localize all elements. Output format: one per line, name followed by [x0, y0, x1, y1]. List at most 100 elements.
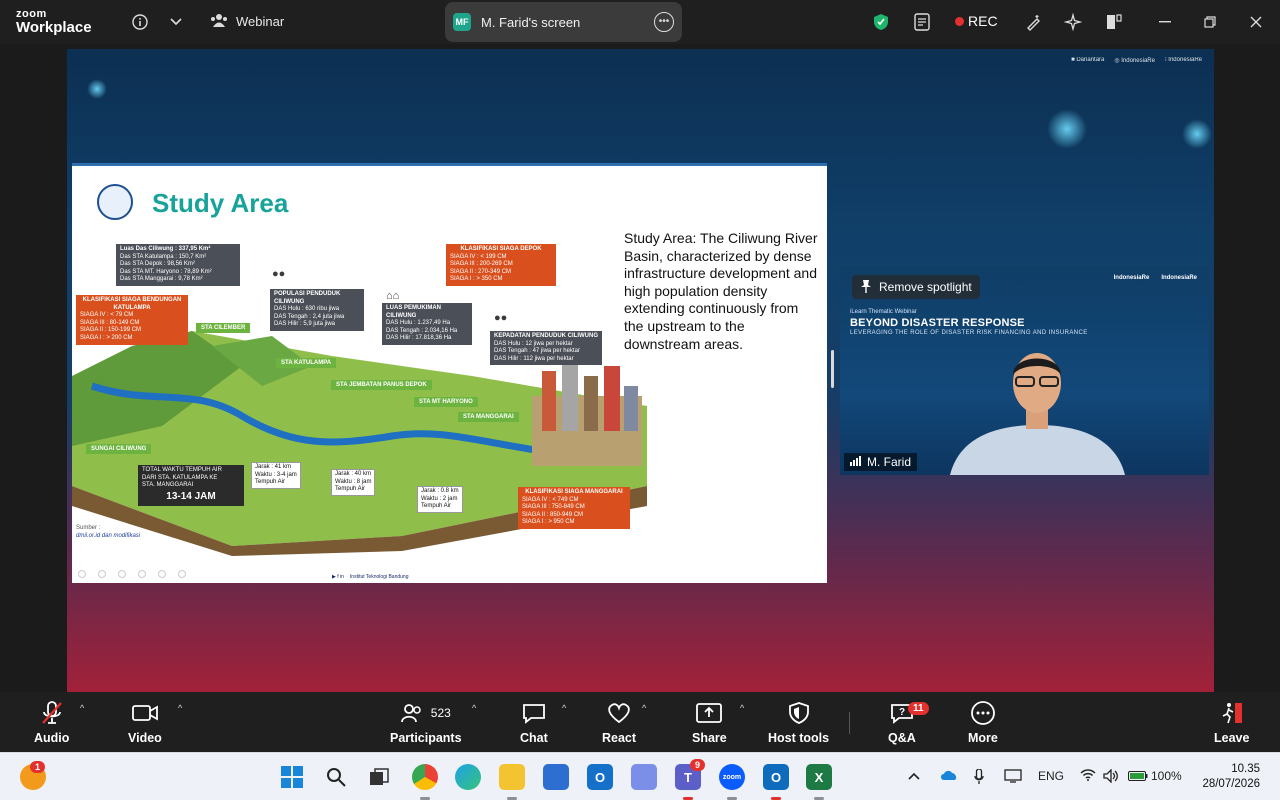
- box-line: DAS Hulu : 630 ribu jiwa: [274, 306, 340, 313]
- store-icon[interactable]: [543, 764, 569, 790]
- participants-caret-icon[interactable]: ^: [472, 703, 476, 713]
- remove-spotlight-label: Remove spotlight: [879, 280, 972, 294]
- video-label: Video: [128, 731, 162, 745]
- minimize-icon[interactable]: [1155, 12, 1175, 32]
- spotlight-video[interactable]: IndonesiaRe IndonesiaRe Remove spotlight…: [840, 267, 1209, 475]
- box-line: SIAGA I : > 200 CM: [80, 334, 133, 341]
- slide-tool-icon[interactable]: [138, 570, 146, 578]
- language-indicator[interactable]: ENG: [1038, 769, 1064, 783]
- onedrive-icon[interactable]: [940, 769, 958, 784]
- chat-caret-icon[interactable]: ^: [562, 703, 566, 713]
- audio-caret-icon[interactable]: ^: [80, 703, 84, 713]
- recording-indicator[interactable]: REC: [955, 13, 998, 29]
- ai-companion-icon[interactable]: [1063, 12, 1083, 32]
- box-line: DAS Hilir : 5,9 juta jiwa: [274, 321, 336, 328]
- volume-icon[interactable]: [1103, 768, 1119, 786]
- view-layout-icon[interactable]: [1104, 12, 1124, 32]
- close-icon[interactable]: [1246, 12, 1266, 32]
- leave-button[interactable]: Leave: [1214, 700, 1249, 745]
- tray-chevron-up-icon[interactable]: [908, 769, 920, 783]
- display-icon[interactable]: [1004, 769, 1022, 786]
- notes-icon[interactable]: [912, 12, 932, 32]
- restore-icon[interactable]: [1200, 12, 1220, 32]
- slide-footer: ▶ f in Institut Teknologi Bandung: [332, 574, 408, 580]
- luas-das-line: Luas Das Ciliwung : 337,95 Km²: [120, 246, 211, 252]
- jarak-line: Jarak : 0.8 km: [421, 488, 459, 494]
- qa-count-badge: 11: [908, 702, 929, 715]
- excel-icon[interactable]: X: [806, 764, 832, 790]
- snipping-tool-icon[interactable]: [631, 764, 657, 790]
- chat-button[interactable]: Chat: [520, 700, 548, 745]
- video-camera-icon: [132, 700, 158, 726]
- file-explorer-icon[interactable]: [499, 764, 525, 790]
- outlook-new-icon[interactable]: O: [587, 764, 613, 790]
- box-line: DAS Hilir : 112 jiwa per hektar: [494, 355, 574, 362]
- split-handle[interactable]: [831, 350, 834, 388]
- webinar-icon: [210, 13, 228, 30]
- meeting-controls: Audio ^ Video ^ 523 Participants ^ Chat …: [0, 692, 1280, 752]
- react-caret-icon[interactable]: ^: [642, 703, 646, 713]
- participants-button[interactable]: 523 Participants: [390, 700, 462, 745]
- box-line: SIAGA I : > 950 CM: [522, 519, 575, 526]
- chrome-icon[interactable]: [412, 764, 438, 790]
- leave-icon: [1220, 700, 1244, 726]
- box-line: SIAGA II : 270-349 CM: [450, 268, 512, 275]
- microphone-icon[interactable]: [974, 768, 984, 788]
- react-label: React: [602, 731, 637, 745]
- host-tools-button[interactable]: Host tools: [768, 700, 829, 745]
- tag-sta-manggarai: STA MANGGARAI: [458, 412, 519, 422]
- share-button[interactable]: Share: [692, 700, 727, 745]
- battery-indicator[interactable]: 100%: [1128, 769, 1182, 783]
- slide-tool-icon[interactable]: [118, 570, 126, 578]
- leave-label: Leave: [1214, 731, 1250, 745]
- task-view-icon[interactable]: [366, 764, 392, 790]
- box-line: SIAGA IV : < 199 CM: [450, 253, 507, 260]
- more-button[interactable]: More: [968, 700, 998, 745]
- jarak-line: Jarak : 40 km: [335, 471, 372, 477]
- chat-icon: [522, 700, 546, 726]
- luas-das-line: Das STA Depok : 98,56 Km²: [120, 261, 195, 268]
- siaga-manggarai-box: KLASIFIKASI SIAGA MANGGARAI SIAGA IV : <…: [518, 487, 630, 529]
- background-glow: [1182, 119, 1212, 149]
- tag-sta-katulampa: STA KATULAMPA: [276, 358, 337, 368]
- presentation-slide: Study Area Study Area: The Ciliwung Rive…: [72, 163, 827, 583]
- security-shield-icon[interactable]: [871, 12, 891, 32]
- box-title: KLASIFIKASI SIAGA BENDUNGAN KATULAMPA: [82, 297, 182, 311]
- chevron-down-icon[interactable]: [166, 12, 186, 32]
- edge-icon[interactable]: [455, 764, 481, 790]
- react-button[interactable]: React: [602, 700, 636, 745]
- windows-start-icon[interactable]: [279, 764, 305, 790]
- box-line: SIAGA II : 150-199 CM: [80, 327, 142, 334]
- slide-tool-icon[interactable]: [78, 570, 86, 578]
- audio-button[interactable]: Audio: [34, 700, 69, 745]
- host-tools-label: Host tools: [768, 731, 830, 745]
- shared-screen-pill[interactable]: MF M. Farid's screen •••: [445, 2, 682, 42]
- zoom-icon[interactable]: zoom: [719, 764, 745, 790]
- share-label: Share: [692, 731, 727, 745]
- annotate-icon[interactable]: [1024, 12, 1044, 32]
- more-options-icon[interactable]: •••: [654, 12, 674, 32]
- video-button[interactable]: Video: [128, 700, 162, 745]
- info-icon[interactable]: [130, 12, 150, 32]
- slide-toolbar: [78, 570, 186, 578]
- video-caret-icon[interactable]: ^: [178, 703, 182, 713]
- windows-taskbar: 1 O T 9 zoom O X ENG 100% 10.35 28/07/20…: [0, 752, 1280, 800]
- search-icon[interactable]: [323, 764, 349, 790]
- system-clock[interactable]: 10.35 28/07/2026: [1202, 762, 1260, 792]
- outlook-icon[interactable]: O: [763, 764, 789, 790]
- box-title: KLASIFIKASI SIAGA MANGGARAI: [525, 489, 623, 495]
- slide-tool-icon[interactable]: [178, 570, 186, 578]
- share-caret-icon[interactable]: ^: [740, 703, 744, 713]
- siaga-katulampa-box: KLASIFIKASI SIAGA BENDUNGAN KATULAMPA SI…: [76, 295, 188, 345]
- more-label: More: [968, 731, 998, 745]
- slide-source: Sumber : dmii.or.id dan modifikasi: [76, 524, 140, 540]
- slide-tool-icon[interactable]: [158, 570, 166, 578]
- video-event-label: iLearn Thematic Webinar: [850, 309, 917, 315]
- svg-text:?: ?: [899, 707, 905, 718]
- remove-spotlight-button[interactable]: Remove spotlight: [852, 275, 980, 299]
- box-title: LUAS PEMUKIMAN CILIWUNG: [386, 305, 441, 319]
- box-title: KLASIFIKASI SIAGA DEPOK: [460, 246, 542, 252]
- slide-tool-icon[interactable]: [98, 570, 106, 578]
- wifi-icon[interactable]: [1080, 769, 1096, 784]
- participant-name-tag: M. Farid: [844, 453, 918, 471]
